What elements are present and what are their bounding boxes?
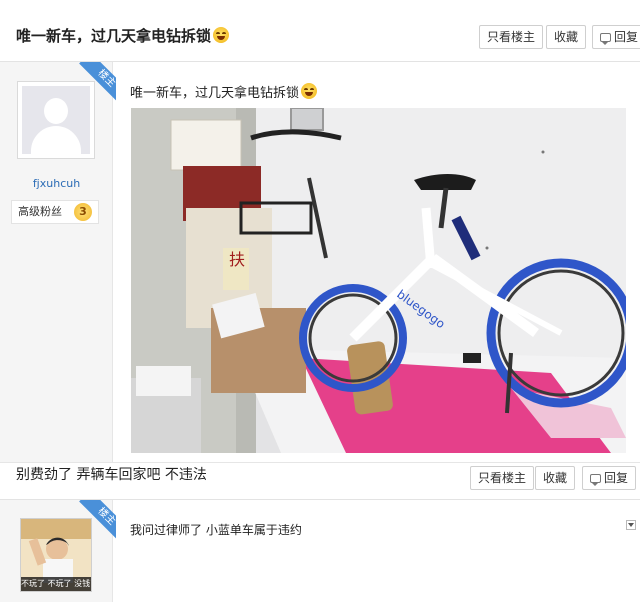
thread-title-text: 唯一新车，过几天拿电钻拆锁 — [16, 27, 212, 45]
post-2-text: 别费劲了 弄辆车回家吧 不违法 — [16, 467, 207, 483]
poster-text: 扶 — [229, 250, 245, 269]
post-3-text: 我问过律师了 小蓝单车属于违约 — [130, 523, 302, 537]
dropdown-arrow-icon[interactable] — [626, 520, 636, 530]
favorite-button[interactable]: 收藏 — [535, 466, 576, 490]
username[interactable]: fjxuhcuh — [0, 177, 113, 190]
avatar-caption: 不玩了 不玩了 没钱了 — [21, 577, 91, 591]
fan-badge: 高级粉丝 3 — [11, 200, 99, 224]
post-text-content: 唯一新车，过几天拿电钻拆锁 — [130, 86, 300, 101]
favorite-button[interactable]: 收藏 — [546, 25, 587, 49]
laughing-emoji-icon — [213, 27, 230, 43]
reply-label: 回复 — [604, 471, 629, 485]
laughing-emoji-icon — [301, 83, 318, 99]
reply-icon — [600, 33, 611, 45]
fan-level-badge: 3 — [74, 203, 92, 221]
reply-label: 回复 — [614, 30, 639, 44]
fan-title: 高级粉丝 — [18, 205, 62, 218]
post-text: 唯一新车，过几天拿电钻拆锁 — [130, 82, 318, 101]
author-sidebar: 不玩了 不玩了 没钱了 楼主 — [0, 500, 116, 602]
owner-badge: 楼主 — [70, 500, 116, 546]
reply-button[interactable]: 回复 — [582, 466, 637, 490]
author-sidebar: 楼主 fjxuhcuh 高级粉丝 3 — [0, 62, 116, 462]
post-3: 不玩了 不玩了 没钱了 楼主 我问过律师了 小蓝单车属于违约 — [0, 500, 640, 602]
owner-badge: 楼主 — [70, 62, 116, 108]
owner-badge-label: 楼主 — [79, 62, 116, 106]
only-op-button[interactable]: 只看楼主 — [479, 25, 544, 49]
thread-header: 唯一新车，过几天拿电钻拆锁 只看楼主 收藏 回复 — [0, 0, 640, 62]
reply-button[interactable]: 回复 — [592, 25, 640, 49]
owner-badge-label: 楼主 — [79, 500, 116, 544]
post-photo[interactable]: 扶 bluegogo — [131, 108, 626, 453]
reply-icon — [590, 474, 601, 486]
only-op-button[interactable]: 只看楼主 — [470, 466, 535, 490]
post-1: 楼主 fjxuhcuh 高级粉丝 3 唯一新车，过几天拿电钻拆锁 扶 blueg… — [0, 62, 640, 462]
thread-title: 唯一新车，过几天拿电钻拆锁 — [16, 25, 230, 46]
